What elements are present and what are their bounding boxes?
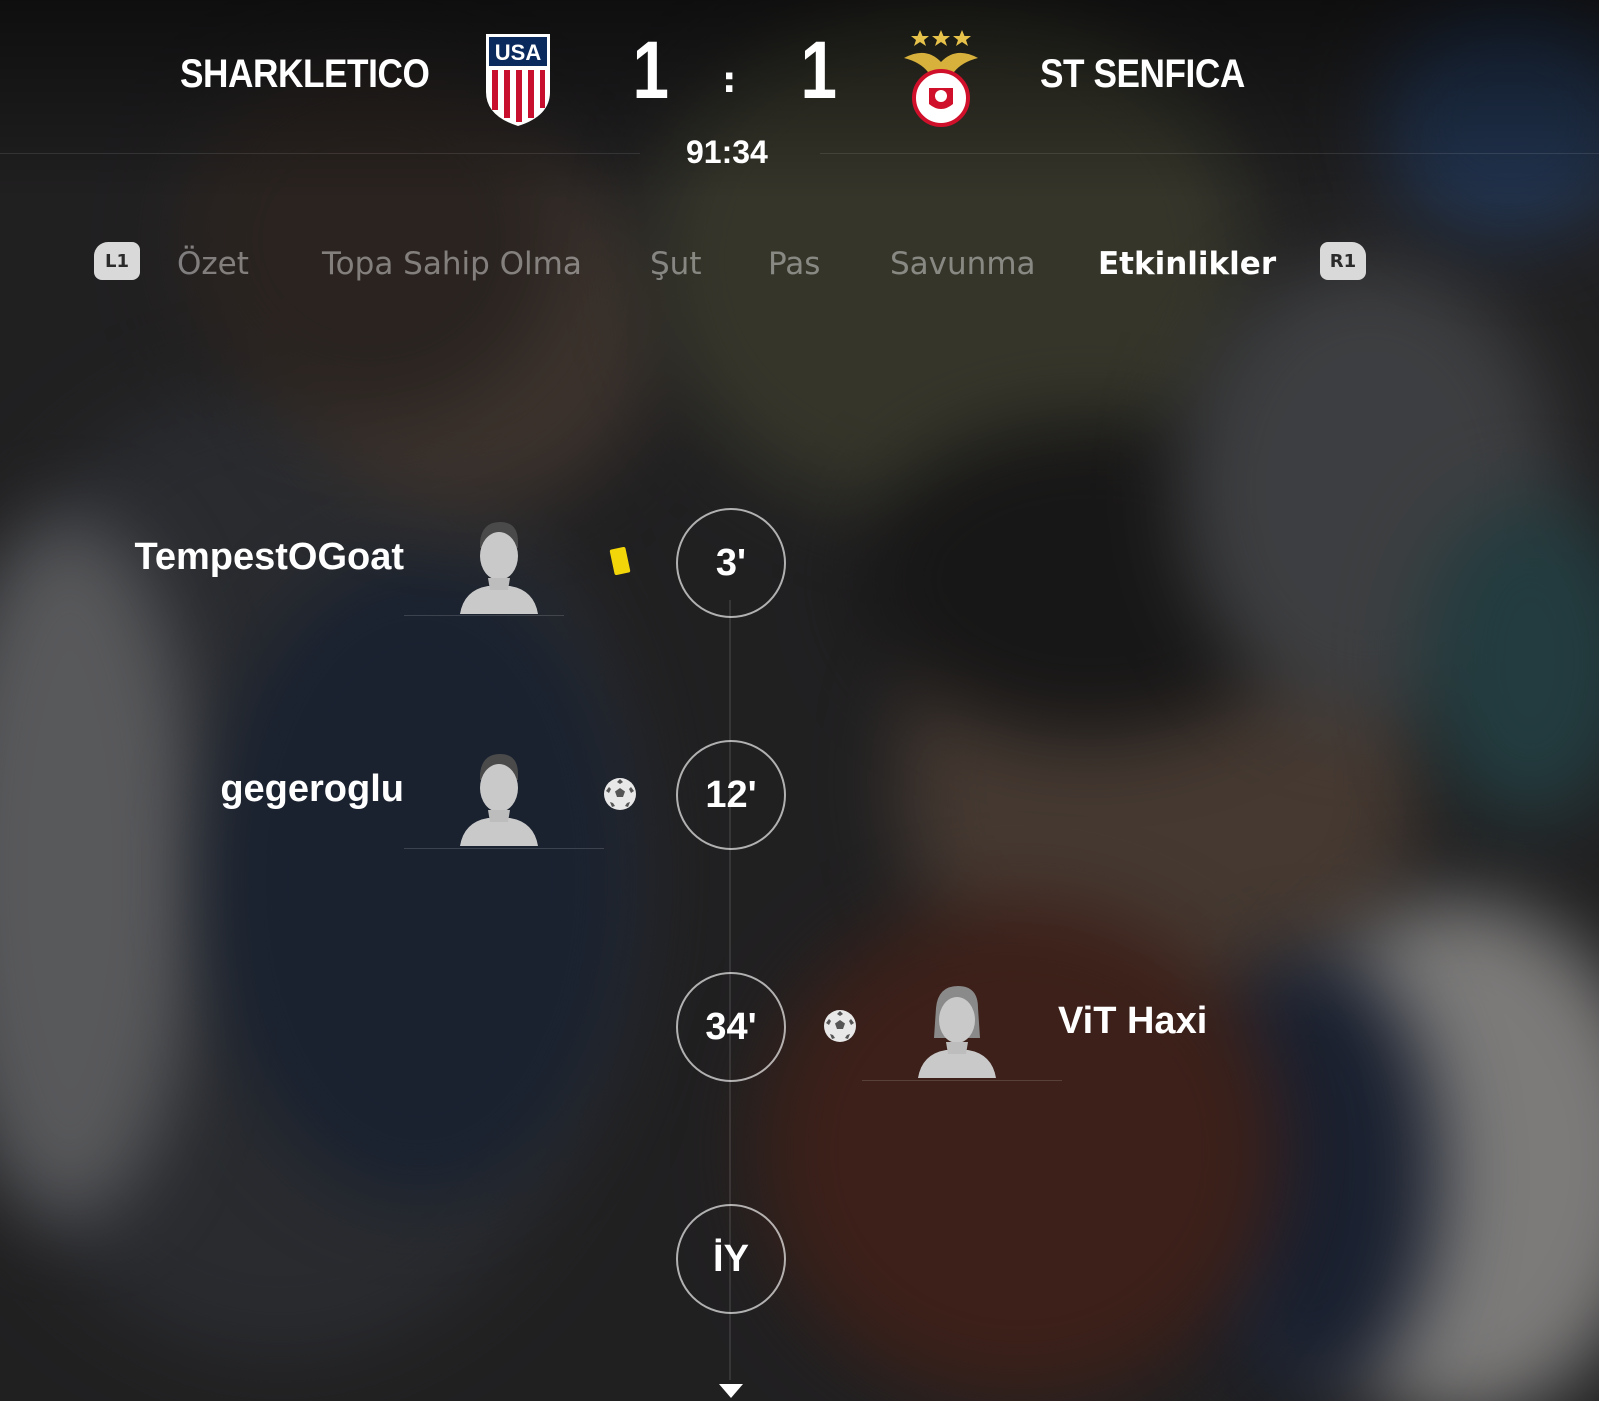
home-score: 1 — [632, 25, 670, 116]
match-clock: 91:34 — [686, 134, 768, 170]
header-divider-left — [0, 153, 640, 154]
score-separator: : — [722, 60, 737, 101]
half-time-marker: İY — [676, 1204, 786, 1314]
home-team-name: SHARKLETICO — [180, 52, 430, 96]
player-avatar-icon — [460, 754, 538, 846]
tab-ozet[interactable]: Özet — [177, 246, 249, 282]
away-team-name: ST SENFICA — [1040, 52, 1245, 96]
header-divider-right — [820, 153, 1599, 154]
player-avatar-icon — [918, 986, 996, 1078]
event-minute: 34' — [676, 972, 786, 1082]
event-player-name: ViT Haxi — [1058, 1000, 1208, 1042]
scroll-down-icon[interactable] — [719, 1384, 743, 1398]
event-minute: 3' — [676, 508, 786, 618]
tab-shot[interactable]: Şut — [650, 246, 701, 282]
event-minute: 12' — [676, 740, 786, 850]
usa-crest-text: USA — [495, 40, 542, 65]
tab-defense[interactable]: Savunma — [890, 246, 1036, 282]
r1-button[interactable]: R1 — [1320, 242, 1366, 280]
usa-crest-icon: USA — [486, 34, 550, 126]
event-underline — [862, 1080, 1062, 1081]
crowd-background — [0, 0, 1599, 1401]
tab-possession[interactable]: Topa Sahip Olma — [322, 246, 582, 282]
event-player-name: TempestOGoat — [134, 536, 404, 578]
eagle-crest-icon — [904, 30, 978, 127]
event-underline — [404, 615, 564, 616]
tab-events[interactable]: Etkinlikler — [1098, 246, 1276, 282]
goal-ball-icon — [604, 778, 636, 810]
event-underline — [404, 848, 604, 849]
away-score: 1 — [800, 25, 838, 116]
goal-ball-icon — [824, 1010, 856, 1042]
l1-button[interactable]: L1 — [94, 242, 140, 280]
event-player-name: gegeroglu — [220, 768, 404, 810]
player-avatar-icon — [460, 522, 538, 614]
tab-pass[interactable]: Pas — [768, 246, 820, 282]
